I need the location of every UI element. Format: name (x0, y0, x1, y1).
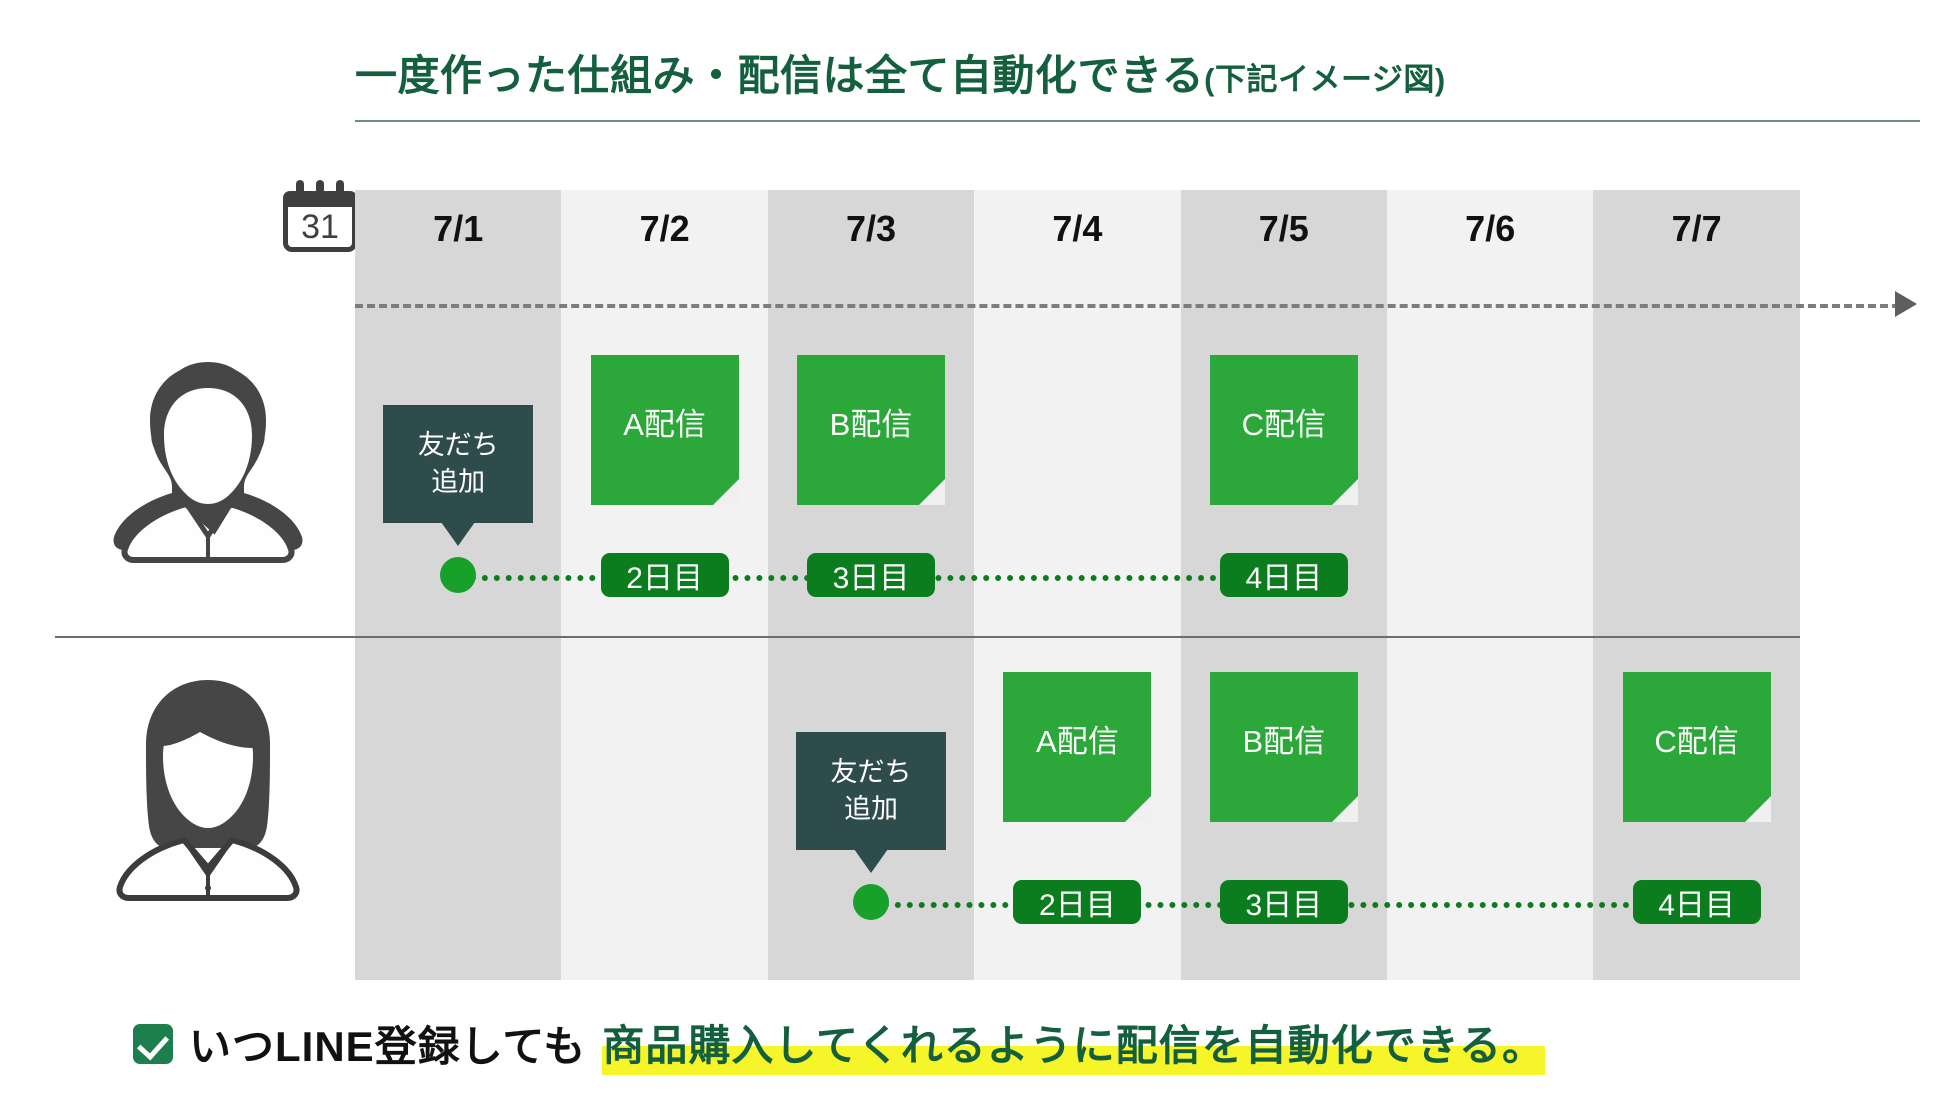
delivery-card-label: C配信 (1241, 406, 1326, 442)
card-fold-cut (1331, 796, 1358, 822)
column-date-label: 7/7 (1671, 208, 1722, 249)
female-avatar (108, 672, 308, 912)
timeline-arrow-icon (1895, 291, 1917, 317)
caption: いつLINE登録しても 商品購入してくれるように配信を自動化できる。 (133, 1012, 1545, 1075)
caption-highlight-text: 商品購入してくれるように配信を自動化できる。 (602, 1012, 1545, 1075)
timeline-column-7-7: 7/7 (1593, 190, 1800, 980)
delivery-card-label: B配信 (1242, 723, 1326, 759)
column-date-label: 7/5 (1258, 208, 1309, 249)
delivery-card-label: A配信 (1036, 723, 1119, 759)
signup-dot-marker (440, 557, 477, 593)
delivery-card-label: B配信 (829, 406, 913, 442)
page-title-main: 一度作った仕組み・配信は全て自動化できる (355, 52, 1205, 99)
slide-canvas: 一度作った仕組み・配信は全て自動化できる(下記イメージ図) 31 7/1 7/2 7… (0, 0, 1950, 1097)
delivery-card-label: C配信 (1654, 723, 1739, 759)
delivery-card[interactable]: B配信 (797, 355, 945, 505)
row-divider (55, 636, 1800, 638)
calendar-day-number: 31 (301, 208, 339, 246)
delivery-card[interactable]: B配信 (1209, 672, 1358, 822)
day-badge: 3日目 (1219, 880, 1348, 924)
friend-add-line2: 追加 (844, 794, 898, 824)
day-badge: 4日目 (1632, 880, 1761, 924)
column-date-label: 7/2 (639, 208, 690, 249)
signup-dot-marker (853, 884, 889, 920)
page-title: 一度作った仕組み・配信は全て自動化できる(下記イメージ図) (355, 52, 1920, 100)
friend-add-line1: 友だち (417, 429, 499, 460)
timeline-grid: 7/1 7/2 7/3 7/4 7/5 7/6 7/7 (355, 190, 1800, 980)
delivery-card-label: A配信 (623, 406, 706, 442)
day-badge: 2日目 (1013, 880, 1142, 924)
card-fold-cut (712, 479, 739, 505)
card-fold-cut (1744, 796, 1771, 822)
friend-add-line1: 友だち (830, 756, 912, 787)
friend-add-tooltip: 友だち 追加 (796, 732, 946, 873)
friend-add-tooltip: 友だち 追加 (383, 405, 534, 546)
column-date-label: 7/6 (1465, 208, 1516, 249)
check-icon (133, 1023, 173, 1064)
day-badge: 3日目 (807, 553, 935, 597)
caption-plain-text: いつLINE登録しても (189, 1023, 587, 1070)
timeline-dashed-line (355, 304, 1900, 308)
column-date-label: 7/4 (1052, 208, 1103, 249)
calendar-header-bar (283, 191, 357, 207)
column-date-label: 7/3 (845, 208, 897, 249)
male-avatar (108, 352, 308, 572)
timeline-column-7-6: 7/6 (1387, 190, 1594, 980)
timeline-column-7-4: 7/4 (974, 190, 1181, 980)
tooltip-tail (854, 849, 888, 873)
delivery-card[interactable]: C配信 (1622, 672, 1771, 822)
card-fold-cut (1331, 479, 1358, 505)
page-title-suffix: (下記イメージ図) (1204, 62, 1446, 97)
calendar-icon: 31 (283, 180, 357, 252)
delivery-card[interactable]: A配信 (590, 355, 739, 505)
friend-add-line2: 追加 (431, 467, 486, 497)
tooltip-tail (441, 522, 476, 546)
day-badge: 2日目 (600, 553, 729, 597)
day-badge: 4日目 (1219, 553, 1348, 597)
title-underline (355, 120, 1920, 122)
delivery-card[interactable]: A配信 (1003, 672, 1152, 822)
delivery-card[interactable]: C配信 (1209, 355, 1358, 505)
card-fold-cut (1125, 796, 1152, 822)
card-fold-cut (919, 479, 945, 505)
column-date-label: 7/1 (433, 208, 484, 249)
page-title-block: 一度作った仕組み・配信は全て自動化できる(下記イメージ図) (355, 52, 1920, 122)
